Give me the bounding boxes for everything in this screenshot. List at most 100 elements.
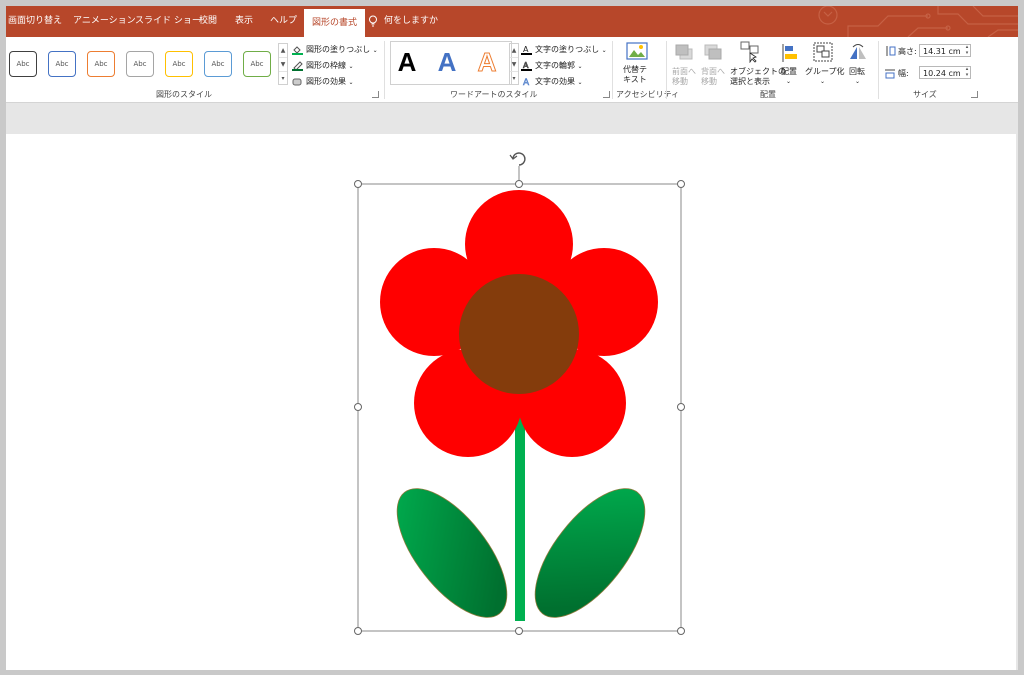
flower-center[interactable] bbox=[459, 274, 579, 394]
chevron-down-icon: ⌄ bbox=[820, 78, 826, 85]
height-spinner[interactable]: ▴ ▾ bbox=[964, 44, 970, 56]
shape-style-swatch[interactable]: Abc bbox=[243, 51, 271, 77]
text-outline-label: 文字の輪郭 bbox=[535, 61, 575, 70]
dialog-launcher-icon[interactable] bbox=[372, 91, 379, 98]
height-icon bbox=[886, 46, 896, 56]
chevron-down-icon: ⌄ bbox=[348, 79, 354, 86]
wordart-scroll[interactable]: ▲ ▼ ▾ bbox=[509, 43, 519, 85]
powerpoint-window: 画面切り替え アニメーション スライド ショー 校閲 表示 ヘルプ 図形の書式 … bbox=[6, 6, 1018, 670]
shape-style-swatch[interactable]: Abc bbox=[204, 51, 232, 77]
wordart-style-black[interactable]: A bbox=[394, 45, 420, 79]
resize-handle-bottom[interactable] bbox=[515, 627, 523, 635]
svg-text:A: A bbox=[523, 45, 529, 54]
swatch-label: Abc bbox=[133, 60, 147, 68]
align-icon bbox=[782, 44, 797, 62]
rotate-handle-icon[interactable] bbox=[509, 152, 526, 166]
chevron-down-icon: ⌄ bbox=[348, 63, 354, 70]
shape-outline-label: 図形の枠線 bbox=[306, 61, 346, 70]
bring-forward-label-line1: 前面へ bbox=[672, 67, 696, 76]
swatch-label: Abc bbox=[211, 60, 225, 68]
swatch-label: Abc bbox=[55, 60, 69, 68]
flower-drawing bbox=[354, 152, 685, 635]
tab-slideshow[interactable]: スライド ショー bbox=[135, 6, 201, 37]
chevron-down-icon: ⌄ bbox=[577, 63, 583, 70]
paint-bucket-icon bbox=[292, 45, 303, 55]
alt-text-label-line2: キスト bbox=[623, 75, 647, 84]
chevron-down-icon: ⌄ bbox=[601, 47, 607, 54]
group-objects-icon bbox=[813, 42, 833, 62]
wordart-group-label: ワードアートのスタイル bbox=[450, 90, 538, 99]
left-leaf[interactable] bbox=[377, 471, 527, 635]
rotate-icon bbox=[850, 44, 866, 59]
tab-transitions[interactable]: 画面切り替え bbox=[8, 6, 62, 37]
scroll-up-icon[interactable]: ▲ bbox=[279, 44, 287, 58]
tab-animations[interactable]: アニメーション bbox=[73, 6, 136, 37]
text-fill-button[interactable]: A 文字の塗りつぶし ⌄ bbox=[521, 43, 607, 57]
shape-styles-scroll[interactable]: ▲ ▼ ▾ bbox=[278, 43, 288, 85]
shape-fill-button[interactable]: 図形の塗りつぶし ⌄ bbox=[292, 43, 378, 57]
shape-outline-button[interactable]: 図形の枠線 ⌄ bbox=[292, 59, 354, 73]
shape-style-swatch[interactable]: Abc bbox=[165, 51, 193, 77]
width-icon bbox=[885, 69, 895, 79]
group-separator bbox=[878, 41, 879, 99]
shape-style-swatch[interactable]: Abc bbox=[126, 51, 154, 77]
resize-handle-bottom-right[interactable] bbox=[677, 627, 685, 635]
swatch-label: Abc bbox=[16, 60, 30, 68]
rotate-label: 回転 bbox=[849, 67, 865, 76]
shape-style-swatch[interactable]: Abc bbox=[9, 51, 37, 77]
selection-pane-label-line1: オブジェクトの bbox=[730, 67, 786, 76]
bring-forward-label-line2: 移動 bbox=[672, 77, 688, 86]
tab-review[interactable]: 校閲 bbox=[199, 6, 217, 37]
svg-text:A: A bbox=[523, 78, 530, 87]
send-backward-label-line2: 移動 bbox=[701, 77, 717, 86]
ruler-band bbox=[6, 103, 1018, 134]
slide-canvas[interactable] bbox=[6, 134, 1016, 670]
dialog-launcher-icon[interactable] bbox=[603, 91, 610, 98]
resize-handle-left[interactable] bbox=[354, 403, 362, 411]
wordart-style-blue[interactable]: A bbox=[434, 45, 460, 79]
right-leaf[interactable] bbox=[515, 471, 665, 635]
gallery-more-icon[interactable]: ▾ bbox=[510, 72, 518, 85]
send-backward-icon bbox=[704, 44, 722, 60]
scroll-up-icon[interactable]: ▲ bbox=[510, 44, 518, 58]
width-spinner[interactable]: ▴ ▾ bbox=[964, 66, 970, 78]
tab-view[interactable]: 表示 bbox=[235, 6, 253, 37]
resize-handle-right[interactable] bbox=[677, 403, 685, 411]
ribbon-tab-bar: 画面切り替え アニメーション スライド ショー 校閲 表示 ヘルプ 図形の書式 … bbox=[6, 6, 1018, 37]
alt-text-icon bbox=[626, 42, 648, 60]
group-separator bbox=[384, 41, 385, 99]
swatch-label: Abc bbox=[172, 60, 186, 68]
gallery-more-icon[interactable]: ▾ bbox=[279, 72, 287, 85]
swatch-label: Abc bbox=[94, 60, 108, 68]
resize-handle-bottom-left[interactable] bbox=[354, 627, 362, 635]
shape-style-swatch[interactable]: Abc bbox=[48, 51, 76, 77]
wordart-style-outline[interactable]: A bbox=[474, 45, 500, 79]
text-effects-button[interactable]: A 文字の効果 ⌄ bbox=[521, 75, 583, 89]
resize-handle-top-left[interactable] bbox=[354, 180, 362, 188]
text-fill-label: 文字の塗りつぶし bbox=[535, 45, 600, 54]
svg-text:A: A bbox=[523, 61, 529, 70]
chevron-down-icon: ⌄ bbox=[577, 79, 583, 86]
tab-help[interactable]: ヘルプ bbox=[270, 6, 297, 37]
resize-handle-top-right[interactable] bbox=[677, 180, 685, 188]
tell-me-search[interactable]: 何をしますか bbox=[368, 6, 438, 37]
resize-handle-top[interactable] bbox=[515, 180, 523, 188]
tell-me-label: 何をしますか bbox=[384, 16, 439, 26]
send-backward-label-line1: 背面へ bbox=[701, 67, 725, 76]
shape-effects-label: 図形の効果 bbox=[306, 77, 346, 86]
stem[interactable] bbox=[515, 416, 525, 621]
tab-shape-format[interactable]: 図形の書式 bbox=[304, 9, 366, 37]
text-outline-button[interactable]: A 文字の輪郭 ⌄ bbox=[521, 59, 583, 73]
pen-icon bbox=[292, 60, 303, 71]
alt-text-label-line1: 代替テ bbox=[623, 65, 647, 74]
dialog-launcher-icon[interactable] bbox=[971, 91, 978, 98]
align-label: 配置 bbox=[781, 67, 797, 76]
scroll-down-icon[interactable]: ▼ bbox=[279, 58, 287, 72]
shape-effects-button[interactable]: 図形の効果 ⌄ bbox=[292, 75, 354, 89]
text-outline-icon: A bbox=[521, 61, 532, 71]
scroll-down-icon[interactable]: ▼ bbox=[510, 58, 518, 72]
shape-style-swatch[interactable]: Abc bbox=[87, 51, 115, 77]
shape-styles-group-label: 図形のスタイル bbox=[156, 90, 212, 99]
accessibility-group-label: アクセシビリティ bbox=[616, 90, 680, 99]
lightbulb-icon bbox=[369, 15, 377, 26]
